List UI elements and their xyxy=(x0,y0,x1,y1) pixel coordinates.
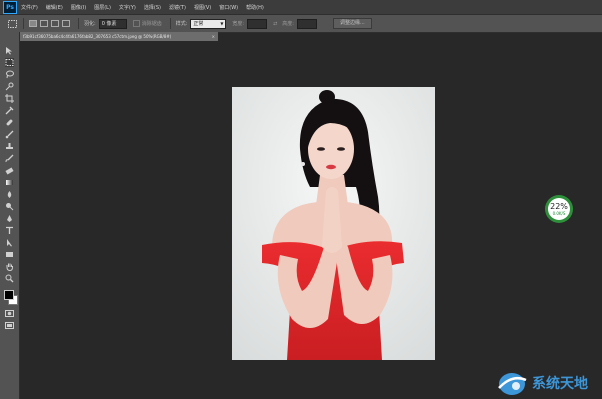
menu-help[interactable]: 帮助(H) xyxy=(246,4,264,11)
document-tab[interactable]: f3b91cf36075ba6c4c4fa6176fab82_307653 c5… xyxy=(20,32,218,41)
pen-tool-icon[interactable] xyxy=(5,214,14,223)
feather-label: 羽化: xyxy=(84,21,96,27)
intersect-selection-icon[interactable] xyxy=(62,20,70,27)
gradient-tool-icon[interactable] xyxy=(5,178,14,187)
screen-mode-icon[interactable] xyxy=(5,321,14,330)
quick-selection-tool-icon[interactable] xyxy=(5,82,14,91)
menu-image[interactable]: 图像(I) xyxy=(71,4,86,11)
quick-mask-icon[interactable] xyxy=(5,309,14,318)
chevron-down-icon: ▼ xyxy=(220,20,224,26)
eyedropper-tool-icon[interactable] xyxy=(5,106,14,115)
height-label: 高度: xyxy=(282,21,294,27)
healing-brush-tool-icon[interactable] xyxy=(5,118,14,127)
divider xyxy=(78,18,79,29)
history-brush-tool-icon[interactable] xyxy=(5,154,14,163)
rectangular-marquee-tool-icon[interactable] xyxy=(5,58,14,67)
hand-tool-icon[interactable] xyxy=(5,262,14,271)
dodge-tool-icon[interactable] xyxy=(5,202,14,211)
close-icon[interactable]: × xyxy=(212,32,215,41)
style-label: 样式: xyxy=(175,21,188,27)
marquee-preset-icon[interactable] xyxy=(6,19,18,29)
crop-tool-icon[interactable] xyxy=(5,94,14,103)
swap-dimensions-icon[interactable]: ⇄ xyxy=(273,21,277,27)
menu-file[interactable]: 文件(F) xyxy=(21,4,38,11)
menu-layer[interactable]: 图层(L) xyxy=(94,4,111,11)
tools-panel xyxy=(0,32,20,399)
photoshop-logo: Ps xyxy=(3,0,17,14)
lasso-tool-icon[interactable] xyxy=(5,70,14,79)
menu-filter[interactable]: 滤镜(T) xyxy=(169,4,186,11)
document-title: f3b91cf36075ba6c4c4fa6176fab82_307653 c5… xyxy=(23,34,172,39)
width-input[interactable] xyxy=(247,18,268,29)
divider xyxy=(23,18,24,29)
site-watermark: 系统天地 xyxy=(496,366,602,399)
watermark-text: 系统天地 xyxy=(532,375,588,392)
menu-type[interactable]: 文字(Y) xyxy=(119,4,136,11)
antialias-label: 消除锯齿 xyxy=(141,21,162,27)
width-label: 宽度: xyxy=(232,21,245,27)
perf-speed: 0.0K/S xyxy=(552,210,566,216)
divider xyxy=(169,18,171,29)
document-image[interactable] xyxy=(232,87,435,360)
brush-tool-icon[interactable] xyxy=(5,130,14,139)
style-value: 正常 xyxy=(193,20,204,27)
rectangle-shape-tool-icon[interactable] xyxy=(5,250,14,259)
menu-select[interactable]: 选择(S) xyxy=(144,4,161,11)
antialias-checkbox[interactable] xyxy=(132,20,140,27)
path-selection-tool-icon[interactable] xyxy=(5,238,14,247)
style-select[interactable]: 正常 ▼ xyxy=(190,18,227,29)
options-bar: 羽化: 0 像素 消除锯齿 样式: 正常 ▼ 宽度: ⇄ 高度: 调整边缘... xyxy=(0,14,602,33)
refine-edge-button[interactable]: 调整边缘... xyxy=(332,18,372,29)
watermark-logo-icon xyxy=(498,372,527,395)
menu-view[interactable]: 视图(V) xyxy=(194,4,211,11)
performance-monitor-widget[interactable]: 22% 0.0K/S xyxy=(545,195,573,223)
menu-bar: Ps 文件(F) 编辑(E) 图像(I) 图层(L) 文字(Y) 选择(S) 滤… xyxy=(0,0,602,14)
add-selection-icon[interactable] xyxy=(40,20,48,27)
menu-edit[interactable]: 编辑(E) xyxy=(46,4,63,11)
menu-window[interactable]: 窗口(W) xyxy=(219,4,238,11)
portrait-photo xyxy=(232,87,435,360)
height-input[interactable] xyxy=(296,18,317,29)
new-selection-icon[interactable] xyxy=(29,20,37,27)
blur-tool-icon[interactable] xyxy=(5,190,14,199)
zoom-tool-icon[interactable] xyxy=(5,274,14,283)
clone-stamp-tool-icon[interactable] xyxy=(5,142,14,151)
feather-input[interactable]: 0 像素 xyxy=(98,18,127,29)
perf-percent: 22% xyxy=(550,201,568,211)
eraser-tool-icon[interactable] xyxy=(5,166,14,175)
type-tool-icon[interactable] xyxy=(5,226,14,235)
foreground-color-swatch[interactable] xyxy=(4,290,14,300)
perf-inner: 22% 0.0K/S xyxy=(548,198,570,220)
move-tool-icon[interactable] xyxy=(5,46,14,55)
subtract-selection-icon[interactable] xyxy=(51,20,59,27)
